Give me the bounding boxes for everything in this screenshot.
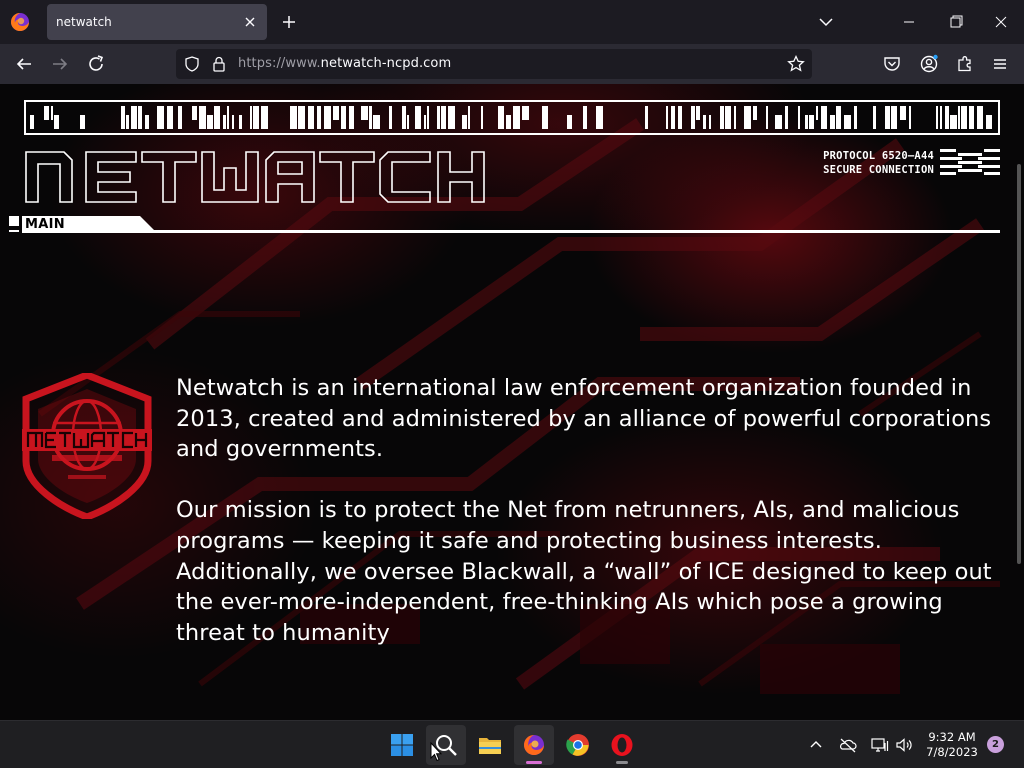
tab-netwatch[interactable]: netwatch bbox=[47, 4, 267, 40]
file-explorer-icon bbox=[479, 738, 501, 754]
mission-paragraph: Our mission is to protect the Net from n… bbox=[176, 497, 992, 646]
clock-time: 9:32 AM bbox=[928, 730, 976, 744]
section-marker bbox=[9, 216, 19, 226]
firefox-icon bbox=[524, 735, 544, 755]
active-app-indicator bbox=[526, 761, 542, 764]
system-clock[interactable]: 9:32 AM 7/8/2023 bbox=[918, 730, 986, 760]
shield-icon[interactable] bbox=[183, 55, 201, 73]
windows-taskbar: 9:32 AM 7/8/2023 bbox=[0, 720, 1024, 768]
section-divider bbox=[22, 230, 1000, 233]
forward-arrow-icon bbox=[53, 58, 68, 70]
clock-date: 7/8/2023 bbox=[926, 745, 978, 759]
about-paragraph: Netwatch is an international law enforce… bbox=[176, 375, 992, 463]
url-bar[interactable]: https://www.netwatch-ncpd.com bbox=[176, 49, 812, 79]
notification-count-badge[interactable]: 2 bbox=[987, 736, 1004, 753]
opera-taskbar-button[interactable] bbox=[602, 725, 642, 765]
netwatch-wordmark-logo bbox=[25, 151, 485, 203]
back-arrow-icon[interactable] bbox=[12, 52, 36, 76]
running-app-indicator bbox=[616, 761, 628, 764]
url-domain: netwatch-ncpd.com bbox=[320, 56, 452, 71]
new-tab-plus-icon[interactable] bbox=[278, 11, 300, 33]
chrome-taskbar-button[interactable] bbox=[558, 725, 598, 765]
opera-icon bbox=[611, 734, 633, 756]
netwatch-page: PROTOCOL 6520—A44 SECURE CONNECTION MAIN bbox=[0, 84, 1024, 720]
firefox-menu-icon[interactable] bbox=[8, 10, 32, 34]
pocket-icon[interactable] bbox=[881, 53, 903, 75]
minimize-icon[interactable] bbox=[886, 0, 932, 44]
extensions-puzzle-icon[interactable] bbox=[954, 53, 976, 75]
netwatch-badge-logo bbox=[22, 373, 152, 519]
navigation-toolbar: https://www.netwatch-ncpd.com bbox=[0, 44, 1024, 84]
file-explorer-button[interactable] bbox=[470, 725, 510, 765]
reload-icon[interactable] bbox=[84, 52, 108, 76]
account-icon[interactable] bbox=[918, 53, 940, 75]
start-icon bbox=[391, 734, 413, 756]
tab-title: netwatch bbox=[56, 15, 112, 29]
section-marker-dash bbox=[9, 230, 19, 232]
start-button[interactable] bbox=[382, 725, 422, 765]
barcode-banner bbox=[24, 100, 1000, 135]
window-close-icon[interactable] bbox=[978, 0, 1024, 44]
protocol-id: PROTOCOL 6520—A44 bbox=[823, 150, 934, 162]
protocol-status: PROTOCOL 6520—A44 SECURE CONNECTION bbox=[760, 149, 934, 177]
about-text: Netwatch is an international law enforce… bbox=[176, 373, 1006, 648]
mouse-cursor-icon bbox=[430, 742, 442, 762]
restore-icon[interactable] bbox=[932, 0, 978, 44]
firefox-taskbar-button[interactable] bbox=[514, 725, 554, 765]
onedrive-offline-icon[interactable] bbox=[838, 735, 858, 755]
tab-bar: netwatch bbox=[0, 0, 1024, 44]
bookmark-star-icon[interactable] bbox=[786, 54, 806, 74]
lock-icon[interactable] bbox=[210, 55, 228, 73]
page-scrollbar[interactable] bbox=[1017, 164, 1021, 564]
chrome-icon bbox=[566, 734, 589, 756]
hamburger-menu-icon[interactable] bbox=[989, 53, 1011, 75]
connection-status: SECURE CONNECTION bbox=[823, 164, 934, 176]
chevron-down-icon[interactable] bbox=[815, 11, 837, 33]
network-icon[interactable] bbox=[870, 735, 890, 755]
chevron-up-icon[interactable] bbox=[806, 735, 826, 755]
url-prefix: https://www. bbox=[238, 56, 321, 71]
volume-icon[interactable] bbox=[894, 735, 914, 755]
connection-glyph-icon bbox=[940, 149, 1000, 175]
url-text[interactable]: https://www.netwatch-ncpd.com bbox=[238, 56, 451, 71]
close-icon[interactable] bbox=[241, 13, 259, 31]
